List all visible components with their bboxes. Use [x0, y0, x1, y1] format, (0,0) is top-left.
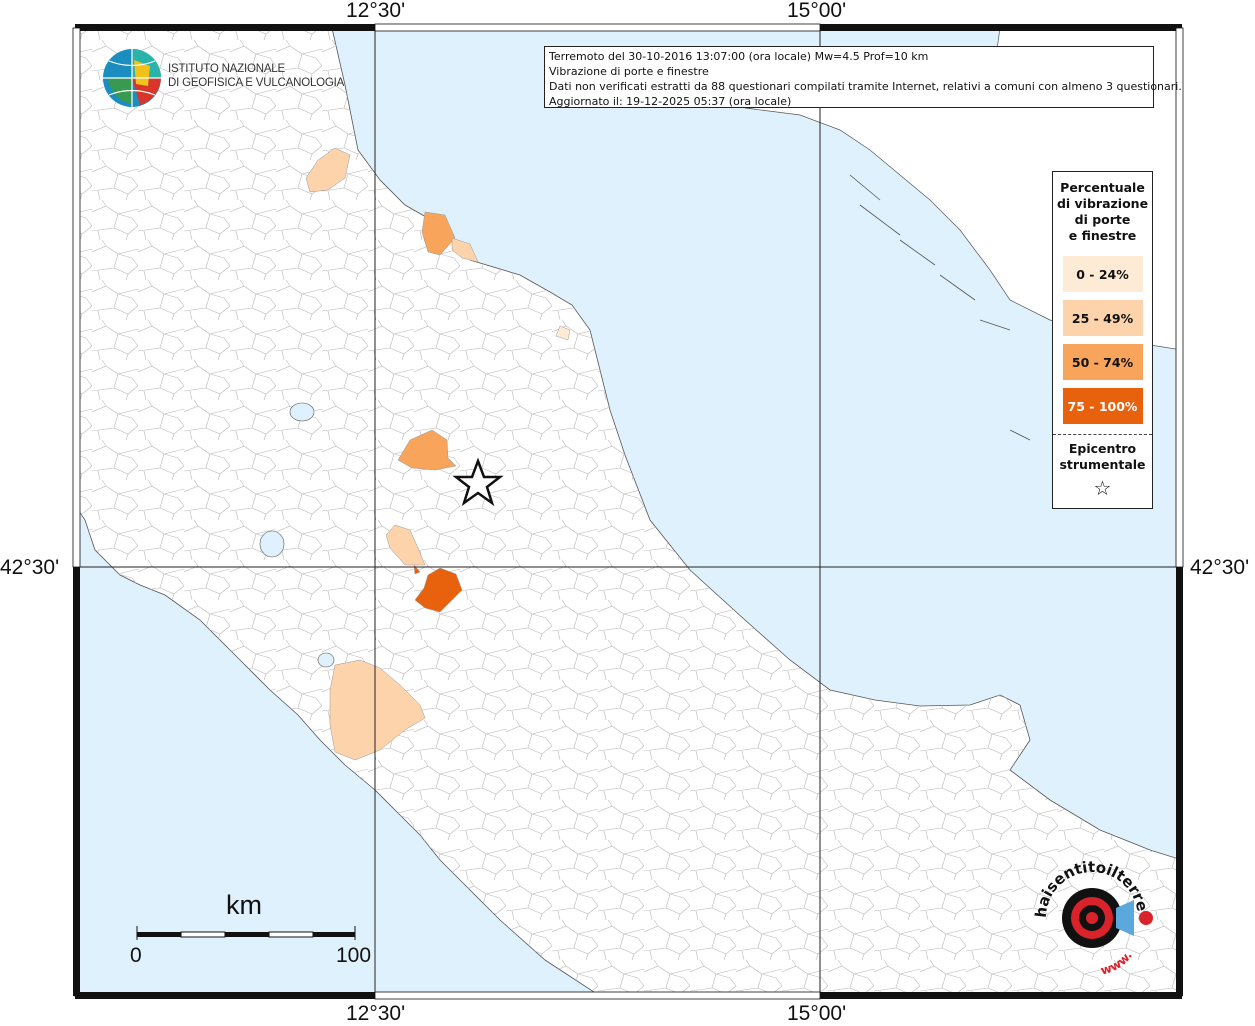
- lon-label-top-left: 12°30': [346, 0, 406, 22]
- legend-item-50-74: 50 - 74%: [1062, 344, 1143, 380]
- scale-max-label: 100: [336, 944, 372, 967]
- legend-item-25-49: 25 - 49%: [1062, 300, 1143, 336]
- scale-min-label: 0: [130, 944, 142, 967]
- ingv-name-line2: DI GEOFISICA E VULCANOLOGIA: [168, 77, 345, 89]
- lon-label-top-right: 15°00': [787, 0, 847, 22]
- epicenter-star-icon: ☆: [1093, 476, 1112, 500]
- legend: Percentuale di vibrazione di porte e fin…: [1052, 171, 1153, 509]
- event-info-box: Terremoto del 30-10-2016 13:07:00 (ora l…: [544, 46, 1182, 108]
- ingv-name: ISTITUTO NAZIONALE DI GEOFISICA E VULCAN…: [168, 62, 344, 90]
- lon-label-bottom-left: 12°30': [346, 1002, 406, 1025]
- ingv-logo: [100, 46, 164, 114]
- legend-divider: [1053, 434, 1152, 435]
- legend-item-75-100: 75 - 100%: [1062, 388, 1143, 424]
- ingv-globe-icon: [103, 49, 161, 107]
- svg-text:www.: www.: [1099, 948, 1135, 977]
- hsit-logo-icon: haisentitoilterremoto.it www.: [1022, 846, 1153, 978]
- hsit-logo-www: www.: [1099, 948, 1135, 977]
- legend-item-0-24: 0 - 24%: [1062, 256, 1143, 292]
- scale-unit: km: [226, 890, 262, 920]
- lat-label-left: 42°30': [0, 556, 60, 579]
- event-title: Terremoto del 30-10-2016 13:07:00 (ora l…: [549, 50, 929, 63]
- legend-title: Percentuale di vibrazione di porte e fin…: [1056, 180, 1149, 243]
- event-updated: Aggiornato il: 19-12-2025 05:37 (ora loc…: [549, 95, 792, 108]
- lat-label-right: 42°30': [1190, 556, 1250, 579]
- event-subtitle: Vibrazione di porte e finestre: [549, 65, 709, 78]
- hsit-logo: haisentitoilterremoto.it www.: [1022, 846, 1160, 984]
- lon-label-bottom-right: 15°00': [787, 1002, 847, 1025]
- legend-epicenter-label: Epicentro strumentale: [1059, 441, 1146, 472]
- event-data-note: Dati non verificati estratti da 88 quest…: [549, 80, 1182, 93]
- ingv-name-line1: ISTITUTO NAZIONALE: [168, 63, 285, 75]
